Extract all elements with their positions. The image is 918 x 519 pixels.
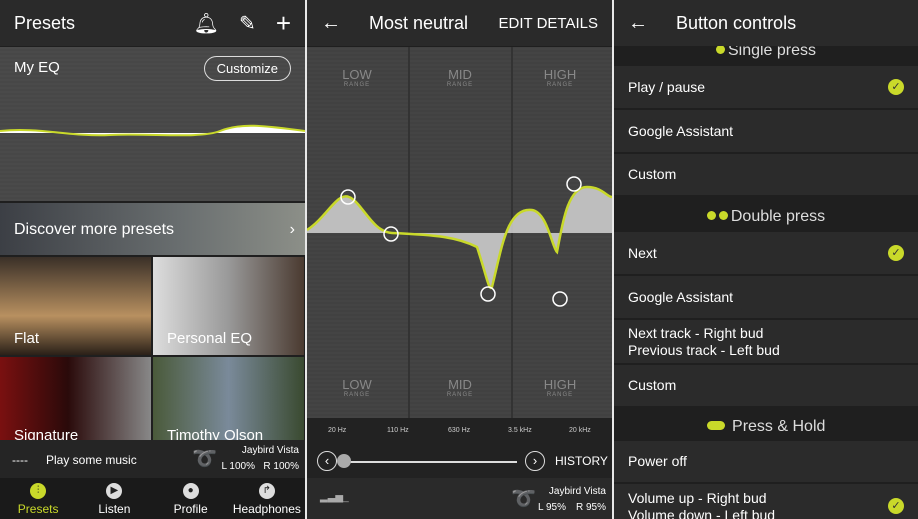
play-icon: ▶ [106,483,123,499]
preset-tile-flat[interactable]: Flat [0,257,151,355]
history-thumb[interactable] [337,454,351,468]
track-placeholder: ---- [12,453,28,467]
signal-bars-icon: ▂▃▅_ [320,492,349,503]
option-custom[interactable]: Custom [614,154,918,195]
presets-screen: Presets 🔔︎ ✎ + My EQ Customize Discover … [0,0,305,519]
earbuds-icon: ➰ [511,488,536,510]
freq-label: 3.5 kHz [508,427,532,434]
nav-label: Presets [17,502,59,516]
eq-editor[interactable]: LOW RANGE MID RANGE HIGH RANGE LOW RANGE MID… [307,47,612,418]
mini-player[interactable]: ---- Play some music ➰ Jaybird Vista L 1… [0,440,305,478]
chevron-right-icon: › [289,221,295,238]
bell-icon[interactable]: 🔔︎ [194,11,219,36]
option-google-assistant[interactable]: Google Assistant [614,110,918,152]
freq-label: 20 Hz [328,427,347,434]
edit-details-button[interactable]: EDIT DETAILS [499,15,598,32]
preset-tile-timothy-olson[interactable]: Timothy Olson [153,357,304,444]
battery-right: R 100% [263,461,299,472]
frequency-axis: 20 Hz 110 Hz 630 Hz 3.5 kHz 20 kHz [307,418,612,445]
nav-label: Listen [98,502,131,516]
option-power-off[interactable]: Power off [614,441,918,482]
section-press-hold: Press & Hold [614,418,918,436]
nav-label: Headphones [232,502,301,516]
battery-right: R 95% [575,502,606,513]
my-eq-card[interactable]: My EQ Customize [0,47,305,201]
check-icon: ✓ [888,79,904,95]
nav-profile[interactable]: ● Profile [153,478,229,519]
play-some-music: Play some music [46,453,137,467]
option-custom-double[interactable]: Custom [614,365,918,406]
single-dot-icon [715,45,725,54]
headphones-icon: ↱ [258,483,275,499]
history-slider-bar: ‹ › HISTORY [307,445,612,478]
page-title: Most neutral [369,12,469,33]
check-icon: ✓ [888,245,904,261]
button-controls-screen: Single press Play / pause ✓ Google Assist… [614,0,918,519]
double-dot-icon [706,211,716,220]
eq-handle [480,286,496,302]
battery-left: L 95% [538,502,566,513]
tile-label: Personal EQ [167,330,253,347]
device-name: Jaybird Vista [241,445,299,456]
my-eq-curve [0,124,305,137]
history-back-button[interactable]: ‹ [317,451,337,471]
hold-bar-icon [706,421,725,430]
back-arrow-icon[interactable]: ← [321,12,341,35]
preset-tile-personal-eq[interactable]: Personal EQ [153,257,304,355]
back-arrow-icon[interactable]: ← [628,12,648,35]
nav-listen[interactable]: ▶ Listen [76,478,152,519]
history-button[interactable]: HISTORY [555,454,608,468]
bottom-nav: ⫶ Presets ▶ Listen ● Profile ↱ Headphones [0,478,305,519]
page-title: Presets [14,12,76,33]
button-controls-header: ← Button controls [614,0,918,46]
option-volume[interactable]: Volume up - Right bud Volume down - Left … [614,484,918,519]
eq-screen: ← Most neutral EDIT DETAILS LOW RANGE MID… [307,0,612,519]
device-name: Jaybird Vista [548,486,606,497]
earbuds-icon: ➰ [192,448,217,470]
eq-handle [566,176,582,192]
option-next-previous-track[interactable]: Next track - Right bud Previous track - L… [614,320,918,363]
history-forward-button[interactable]: › [525,451,545,471]
tile-label: Flat [14,330,40,347]
option-google-assistant-double[interactable]: Google Assistant [614,276,918,318]
check-icon: ✓ [888,498,904,514]
history-track[interactable] [339,461,517,463]
sliders-icon: ⫶ [30,483,47,499]
section-double-press: Double press [614,208,918,226]
nav-headphones[interactable]: ↱ Headphones [229,478,305,519]
page-title: Button controls [676,12,797,33]
option-next[interactable]: Next ✓ [614,232,918,274]
eq-handle [552,291,568,307]
freq-label: 630 Hz [448,427,471,434]
eq-header: ← Most neutral EDIT DETAILS [307,0,612,46]
option-play-pause[interactable]: Play / pause ✓ [614,66,918,108]
freq-label: 20 kHz [569,427,591,434]
nav-label: Profile [173,502,208,516]
eq-curve [307,176,612,307]
battery-left: L 100% [221,461,255,472]
discover-presets-banner[interactable]: Discover more presets › [0,203,305,255]
preset-tile-signature[interactable]: Signature [0,357,151,444]
eq-footer: ▂▃▅_ ➰ Jaybird Vista L 95% R 95% [307,478,612,519]
discover-label: Discover more presets [14,221,175,238]
nav-presets[interactable]: ⫶ Presets [0,478,76,519]
pencil-icon[interactable]: ✎ [239,11,256,36]
freq-label: 110 Hz [387,427,409,434]
person-icon: ● [182,483,199,499]
presets-header: Presets 🔔︎ ✎ + [0,0,305,46]
plus-icon[interactable]: + [276,8,291,39]
